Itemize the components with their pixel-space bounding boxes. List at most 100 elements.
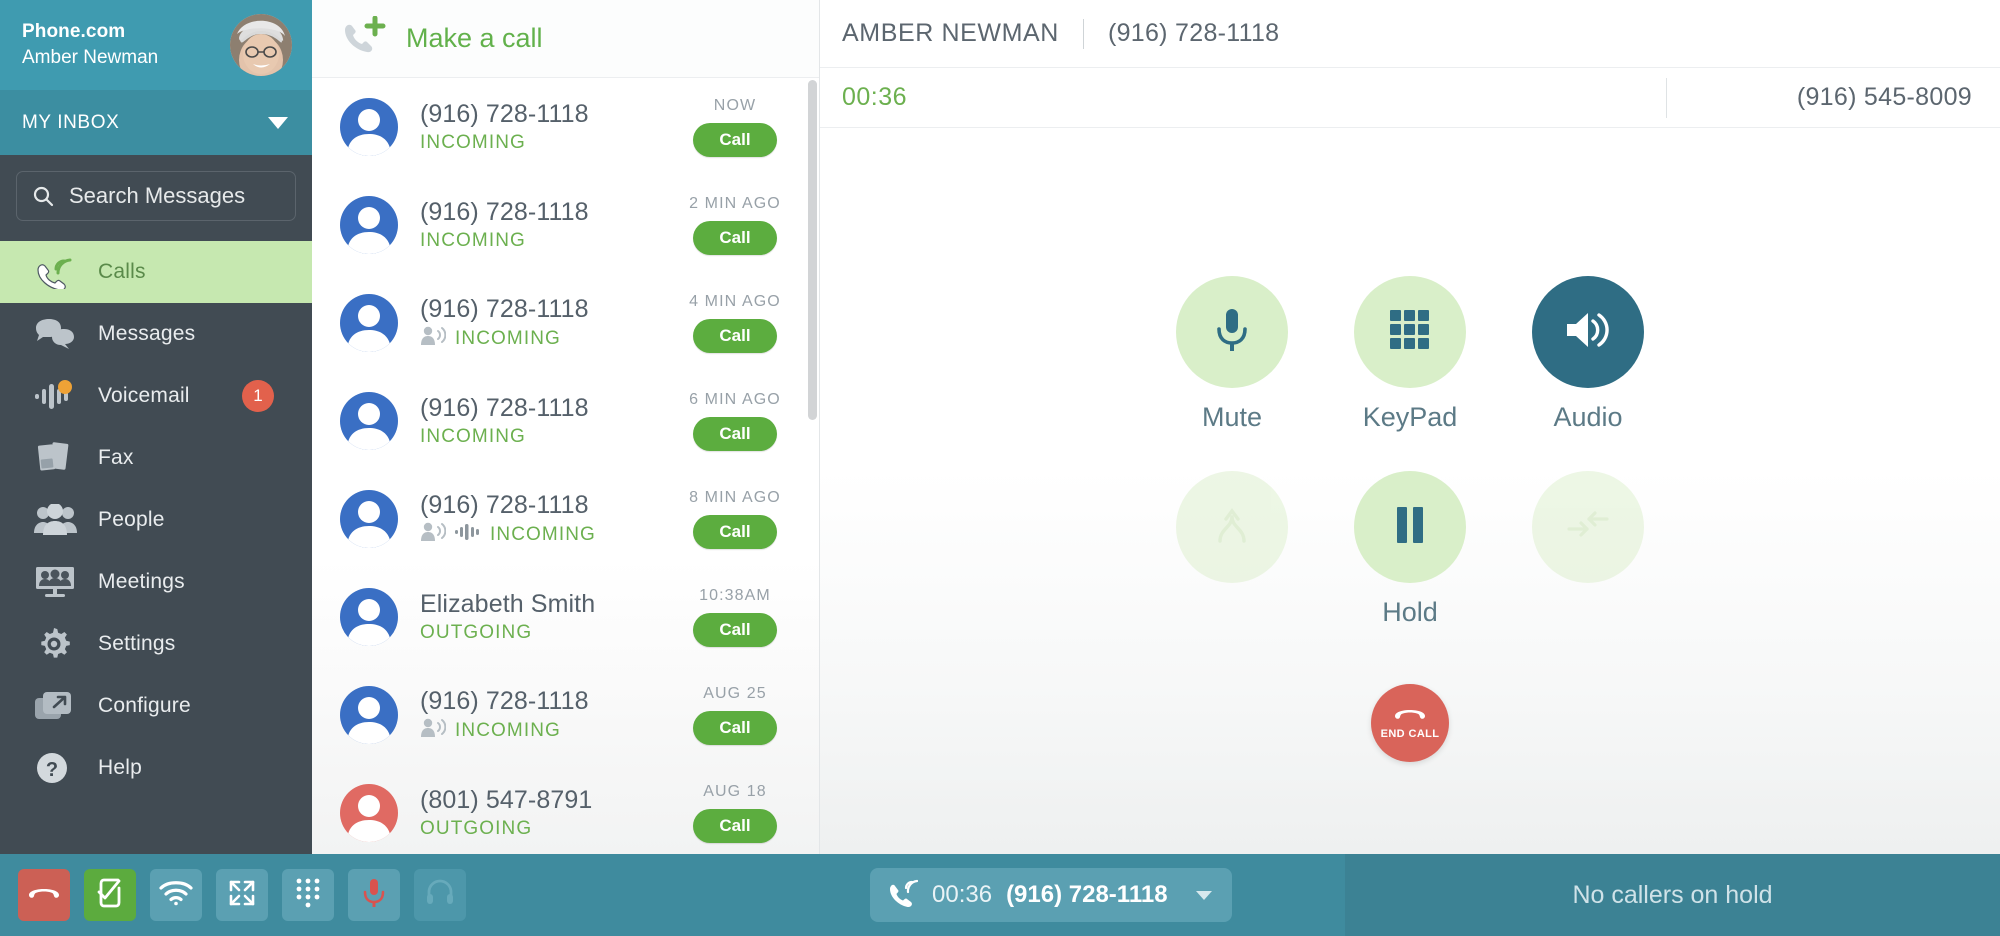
mute-button[interactable]: Mute: [1176, 276, 1288, 433]
sidebar-item-voicemail[interactable]: Voicemail 1: [0, 365, 312, 427]
call-row-info: (916) 728-1118 INCOMING: [420, 100, 675, 154]
phone-check-tool-button[interactable]: [84, 869, 136, 921]
phone-app-window: Phone.com Amber Newman MY INBOX Search M…: [0, 0, 2000, 936]
call-list-row[interactable]: (801) 547-8791 OUTGOING AUG 18 Call: [312, 764, 819, 854]
call-list-row[interactable]: (916) 728-1118 INCOMING NOW Call: [312, 78, 819, 176]
contact-avatar: [340, 196, 398, 254]
audio-button-circle: [1532, 276, 1644, 388]
sidebar-item-calls[interactable]: Calls: [0, 241, 312, 303]
call-button[interactable]: Call: [693, 613, 777, 647]
call-button[interactable]: Call: [693, 123, 777, 157]
microphone-tool-button[interactable]: [348, 869, 400, 921]
call-panel-header: AMBER NEWMAN (916) 728-1118: [820, 0, 2000, 68]
inbox-label: MY INBOX: [22, 111, 120, 133]
call-list-row[interactable]: (916) 728-1118 INCOMING 2 MIN AGO Call: [312, 176, 819, 274]
call-button[interactable]: Call: [693, 809, 777, 843]
profile-header[interactable]: Phone.com Amber Newman: [0, 0, 312, 90]
call-row-subline: OUTGOING: [420, 818, 675, 840]
search-input[interactable]: [69, 183, 281, 209]
contact-avatar: [340, 98, 398, 156]
brand-name: Phone.com: [22, 21, 126, 43]
call-list-row[interactable]: (916) 728-1118 INCOMING 4 MIN AGO Call: [312, 274, 819, 372]
call-row-time: 4 MIN AGO: [689, 293, 781, 310]
sidebar-item-settings[interactable]: Settings: [0, 613, 312, 675]
call-row-time: 8 MIN AGO: [689, 489, 781, 506]
svg-text:?: ?: [46, 759, 58, 781]
call-button[interactable]: Call: [693, 711, 777, 745]
sidebar-item-fax[interactable]: Fax: [0, 427, 312, 489]
call-list-scrollbar[interactable]: [808, 80, 817, 420]
call-row-direction: OUTGOING: [420, 621, 533, 643]
call-contact-number: (916) 728-1118: [1107, 19, 1280, 47]
dialpad-tool-button[interactable]: [282, 869, 334, 921]
monitor-people-icon: [34, 565, 80, 599]
active-call-panel: AMBER NEWMAN (916) 728-1118 00:36 (916) …: [820, 0, 2000, 854]
call-row-title: Elizabeth Smith: [420, 590, 596, 619]
call-list-row[interactable]: (916) 728-1118 INCOMING 8 MIN AGO Call: [312, 470, 819, 568]
call-button[interactable]: Call: [693, 417, 777, 451]
audio-button[interactable]: Audio: [1532, 276, 1644, 433]
phone-plus-icon: [342, 15, 388, 61]
call-row-subline: INCOMING: [420, 230, 675, 252]
sidebar-item-messages[interactable]: Messages: [0, 303, 312, 365]
make-a-call-button[interactable]: Make a call: [312, 0, 819, 78]
call-row-direction: INCOMING: [455, 327, 561, 349]
phone-active-icon: [888, 879, 919, 912]
call-row-info: (916) 728-1118 INCOMING: [420, 198, 675, 252]
expand-tool-button[interactable]: [216, 869, 268, 921]
hold-button[interactable]: Hold: [1354, 471, 1466, 628]
call-row-info: (801) 547-8791 OUTGOING: [420, 786, 675, 840]
sidebar-item-people[interactable]: People: [0, 489, 312, 551]
call-button[interactable]: Call: [693, 515, 777, 549]
call-button[interactable]: Call: [693, 221, 777, 255]
avatar[interactable]: [230, 14, 292, 76]
call-row-title: (916) 728-1118: [420, 686, 589, 715]
contact-avatar: [340, 294, 398, 352]
call-list-row[interactable]: (916) 728-1118 INCOMING 6 MIN AGO Call: [312, 372, 819, 470]
microphone-icon: [1211, 305, 1253, 360]
keypad-button[interactable]: KeyPad: [1354, 276, 1466, 433]
merge-call-button[interactable]: [1176, 471, 1288, 628]
call-row-time: AUG 18: [703, 783, 767, 800]
call-row-title: (916) 728-1118: [420, 394, 589, 423]
voice-announce-icon: [420, 522, 447, 547]
call-row-title: (916) 728-1118: [420, 294, 589, 323]
sidebar-item-label: Configure: [98, 694, 191, 717]
transfer-call-button[interactable]: [1532, 471, 1644, 628]
sidebar-item-label: Calls: [98, 260, 146, 283]
call-row-subline: OUTGOING: [420, 622, 675, 644]
contact-avatar: [340, 490, 398, 548]
bottom-active-call: 00:36 (916) 728-1118: [870, 868, 1232, 922]
contact-avatar: [340, 784, 398, 842]
sidebar-item-label: Help: [98, 756, 142, 779]
user-name: Amber Newman: [22, 47, 159, 68]
call-own-number-wrap: (916) 545-8009: [1665, 77, 1972, 118]
hangup-tool-button[interactable]: [18, 869, 70, 921]
waveform-icon: [455, 523, 481, 546]
sidebar-item-configure[interactable]: Configure: [0, 675, 312, 737]
sidebar-item-meetings[interactable]: Meetings: [0, 551, 312, 613]
sidebar-item-help[interactable]: ? Help: [0, 737, 312, 799]
phone-hangup-icon: [28, 885, 60, 906]
search-box[interactable]: [16, 171, 296, 221]
call-list-row[interactable]: (916) 728-1118 INCOMING AUG 25 Call: [312, 666, 819, 764]
sidebar-item-label: Meetings: [98, 570, 185, 593]
call-row-title: (916) 728-1118: [420, 100, 589, 129]
end-call-button[interactable]: END CALL: [1371, 684, 1449, 762]
contact-avatar: [340, 686, 398, 744]
call-list-panel: Make a call (916) 728-1118 INCOMING NOW Cal…: [312, 0, 820, 854]
dialpad-dots-icon: [295, 878, 321, 913]
voicemail-badge: 1: [242, 380, 274, 412]
call-button[interactable]: Call: [693, 319, 777, 353]
phone-hangup-icon: [1393, 706, 1427, 725]
search-icon: [31, 184, 55, 208]
active-call-pill[interactable]: 00:36 (916) 728-1118: [870, 868, 1232, 922]
headset-tool-button[interactable]: [414, 869, 466, 921]
waveform-icon: [34, 380, 80, 412]
call-row-direction: OUTGOING: [420, 817, 533, 839]
wifi-tool-button[interactable]: [150, 869, 202, 921]
call-row-direction: INCOMING: [420, 131, 526, 153]
call-list-row[interactable]: Elizabeth Smith OUTGOING 10:38AM Call: [312, 568, 819, 666]
inbox-selector[interactable]: MY INBOX: [0, 90, 312, 155]
chevron-down-icon[interactable]: [1195, 890, 1212, 900]
